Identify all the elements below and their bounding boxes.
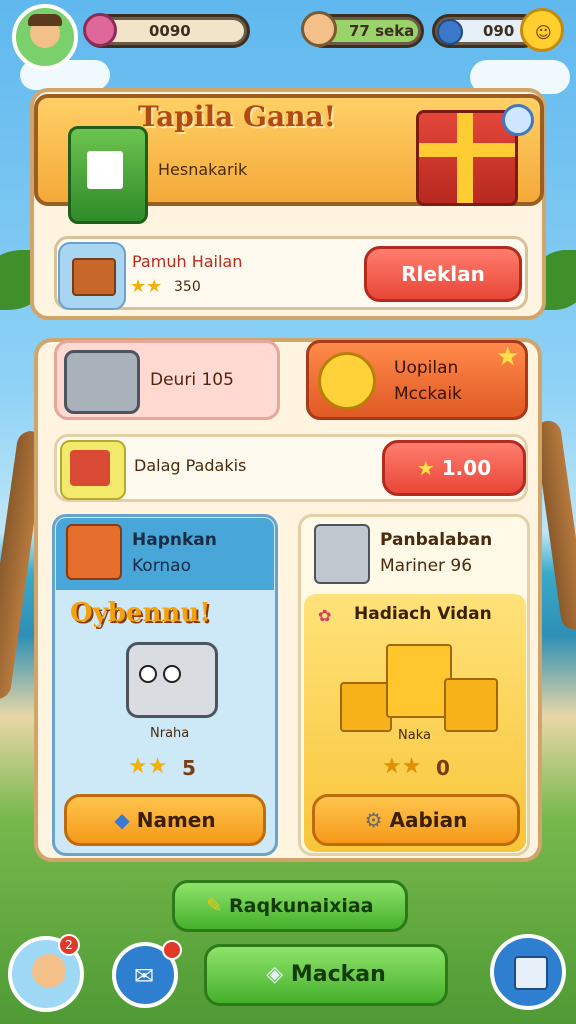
notification-badge: 2 [58, 934, 80, 956]
eye [163, 665, 181, 683]
gem-icon [437, 19, 463, 45]
star-icon: ★★ [128, 754, 168, 779]
face-icon [32, 954, 66, 988]
offer-right-item: Naka [398, 728, 431, 743]
inventory-button[interactable] [490, 934, 566, 1010]
flower-icon: ✿ [318, 606, 332, 625]
hair-icon [28, 14, 62, 26]
emoji-reaction-button[interactable]: ☺ [520, 8, 564, 52]
heart-icon [83, 13, 117, 47]
item-card-right-label-2: Mcckaik [394, 384, 462, 404]
gold-coin-icon [318, 352, 376, 410]
offer-left-stars: 5 [182, 756, 196, 780]
offer-left-burst: Oybennu! [70, 598, 211, 628]
shop-title: Tapila Gana! [138, 100, 336, 133]
gold-gift-icon [386, 644, 452, 718]
daily-pack-label: Dalag Padakis [134, 456, 247, 475]
offer-left-button[interactable]: ◆ Namen [64, 794, 266, 846]
featured-claim-button[interactable]: Rleklan [364, 246, 522, 302]
cube-icon: ◈ [266, 962, 291, 987]
offer-left-subtitle: Kornao [132, 556, 191, 576]
ribbon [457, 113, 473, 203]
primary-action-button[interactable]: ✎ Raqkunaixiaa [172, 880, 408, 932]
player-avatar[interactable] [12, 4, 78, 70]
treasure-chest-icon [58, 242, 126, 310]
crate-icon [66, 524, 122, 580]
secondary-action-label: Mackan [290, 962, 386, 987]
chat-alert-dot [162, 940, 182, 960]
star-icon: ★★ [130, 276, 163, 297]
offer-left-button-label: Namen [136, 808, 216, 832]
offer-right-stars: 0 [436, 756, 450, 780]
gift-box-icon [60, 440, 126, 500]
smiley-icon: ☺ [535, 23, 552, 42]
gold-gift-icon [444, 678, 498, 732]
star-icon: ★★ [382, 754, 422, 779]
robot-toy-icon [126, 642, 218, 718]
offer-left-item: Nraha [150, 726, 190, 741]
sparkle-diamond-icon [502, 104, 534, 136]
gem-icon: ◆ [114, 808, 137, 832]
item-card-left-label: Deuri 105 [150, 370, 234, 390]
daily-pack-price: 1.00 [441, 456, 492, 480]
ticket-icon [87, 151, 123, 189]
primary-action-label: Raqkunaixiaa [229, 895, 374, 917]
offer-right-button-label: Aabian [389, 808, 468, 832]
box [70, 450, 110, 486]
wallet-icon [68, 126, 148, 224]
gem-value: 090 [483, 22, 515, 40]
offer-right-button[interactable]: ⚙ Aabian [312, 794, 520, 846]
gear-icon: ⚙ [364, 808, 390, 832]
coin-counter[interactable]: 0090 [83, 13, 250, 48]
chat-icon: ✉ [134, 962, 155, 990]
offer-right-heading: Hadiach Vidan [354, 604, 492, 624]
featured-rating: 350 [174, 279, 201, 295]
ribbon [419, 143, 515, 157]
machine-icon [64, 350, 140, 414]
coin-value: 0090 [149, 22, 191, 40]
shop-subtitle: Hesnakarik [158, 160, 248, 179]
pencil-icon: ✎ [206, 895, 230, 917]
gold-gift-icon [340, 682, 392, 732]
chest-body [72, 258, 116, 296]
star-icon: ★ [416, 456, 442, 480]
offer-right-subtitle: Mariner 96 [380, 556, 473, 576]
friends-value: 77 seka [349, 22, 415, 40]
friend-avatar-icon [301, 11, 337, 47]
item-card-right-label-1: Uopilan [394, 358, 459, 378]
friends-counter[interactable]: 77 seka [301, 11, 424, 48]
star-icon: ★ [496, 342, 520, 372]
secondary-action-button[interactable]: ◈ Mackan [204, 944, 448, 1006]
daily-pack-buy-button[interactable]: ★ 1.00 [382, 440, 526, 496]
offer-left-title: Hapnkan [132, 530, 217, 550]
box-icon [514, 956, 548, 990]
machine-icon [314, 524, 370, 584]
eye [139, 665, 157, 683]
offer-right-title: Panbalaban [380, 530, 493, 550]
featured-name: Pamuh Hailan [132, 252, 243, 271]
